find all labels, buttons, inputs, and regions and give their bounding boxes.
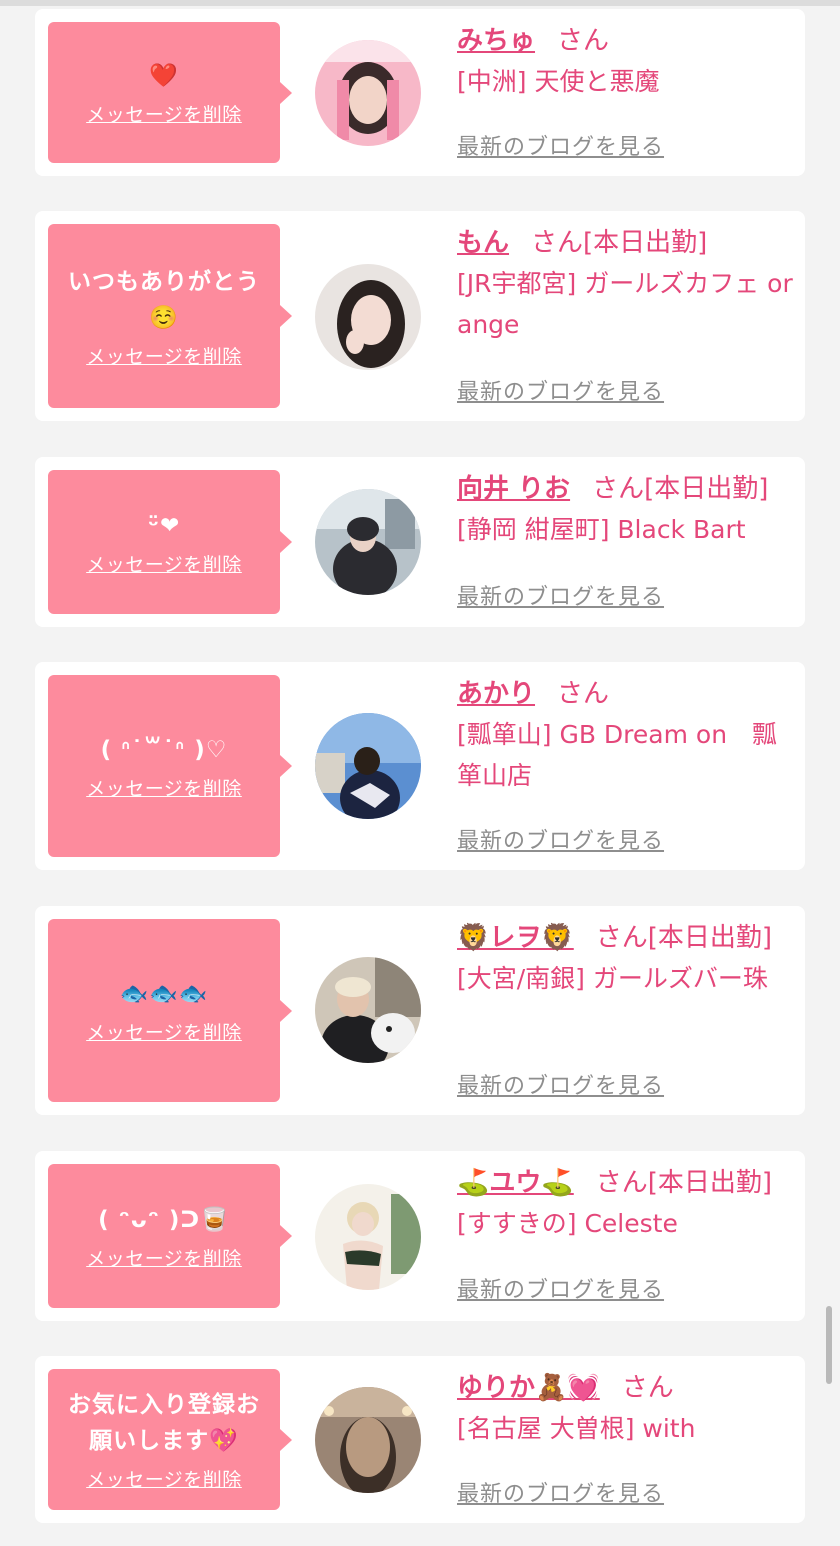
message-bubble: ( ᐢ˙꒳​˙ᐢ )♡ メッセージを削除 [48,675,292,857]
cast-name-link[interactable]: ゆりか🧸💓 [457,1373,600,1403]
cast-card: ᵕ̈❤ メッセージを削除 向井 りお さん[本日出勤] [静岡 紺屋町] Blac… [35,457,805,627]
attendance-status: [本日出勤] [647,923,773,953]
attendance-status: [本日出勤] [644,474,769,504]
message-text: ᵕ̈❤ [147,512,181,539]
cast-info: もん さん[本日出勤] [JR宇都宮] ガールズカフェ orange [457,223,799,345]
honorific: さん [595,1168,648,1198]
shop-name: [大宮/南銀] ガールズバー珠 [457,964,768,993]
latest-blog-link[interactable]: 最新のブログを見る [457,1476,664,1508]
message-text: ( ᵔᴗᵔ )ᑐ🥃 [98,1206,230,1233]
attendance-status: [本日出勤] [647,1168,773,1198]
cast-info: あかり さん [瓢箪山] GB Dream on 瓢箪山店 [457,674,799,796]
avatar[interactable] [315,1184,421,1290]
message-bubble: ᵕ̈❤ メッセージを削除 [48,470,292,614]
avatar[interactable] [315,713,421,819]
message-bubble: ❤️ メッセージを削除 [48,22,292,163]
avatar-image [315,713,421,819]
avatar-image [315,40,421,146]
latest-blog-link[interactable]: 最新のブログを見る [457,129,664,161]
shop-name: [瓢箪山] GB Dream on 瓢箪山店 [457,720,778,790]
cast-card: 🐟🐟🐟 メッセージを削除 🦁レヲ🦁 さん[本日出勤] [大宮/南銀] ガールズバー… [35,906,805,1115]
avatar[interactable] [315,489,421,595]
delete-message-link[interactable]: メッセージを削除 [86,100,242,127]
honorific: さん [595,923,648,953]
message-bubble: ( ᵔᴗᵔ )ᑐ🥃 メッセージを削除 [48,1164,292,1308]
message-text: ( ᐢ˙꒳​˙ᐢ )♡ [100,736,228,763]
shop-name: [中洲] 天使と悪魔 [457,67,660,96]
avatar-image [315,489,421,595]
shop-name: [名古屋 大曽根] with [457,1414,696,1443]
avatar-image [315,264,421,370]
cast-card: いつもありがとう☺️ メッセージを削除 もん さん[本日出勤] [JR宇都宮] ガ… [35,211,805,421]
honorific: さん [557,26,610,56]
cast-card: ❤️ メッセージを削除 みちゅ さん [中洲] 天使と悪魔 最新のブログを見る [35,9,805,176]
avatar[interactable] [315,264,421,370]
avatar-image [315,957,421,1063]
message-bubble: 🐟🐟🐟 メッセージを削除 [48,919,292,1102]
cast-info: ゆりか🧸💓 さん [名古屋 大曽根] with [457,1368,799,1449]
latest-blog-link[interactable]: 最新のブログを見る [457,1068,664,1100]
avatar[interactable] [315,1387,421,1493]
delete-message-link[interactable]: メッセージを削除 [86,774,242,801]
message-text: お気に入り登録お願いします💖 [68,1392,260,1454]
message-text: 🐟🐟🐟 [119,981,209,1007]
shop-name: [静岡 紺屋町] Black Bart [457,515,746,544]
scrollbar[interactable] [826,1306,832,1384]
latest-blog-link[interactable]: 最新のブログを見る [457,823,664,855]
latest-blog-link[interactable]: 最新のブログを見る [457,1272,664,1304]
avatar[interactable] [315,40,421,146]
cast-name-link[interactable]: あかり [457,679,535,709]
honorific: さん [592,474,645,504]
honorific: さん [531,228,584,258]
honorific: さん [621,1373,674,1403]
shop-name: [すすきの] Celeste [457,1209,678,1238]
favorite-cast-list: ❤️ メッセージを削除 みちゅ さん [中洲] 天使と悪魔 最新のブログを見る い… [0,0,840,1546]
cast-info: 向井 りお さん[本日出勤] [静岡 紺屋町] Black Bart [457,469,799,550]
shop-name: [JR宇都宮] ガールズカフェ orange [457,269,793,339]
delete-message-link[interactable]: メッセージを削除 [86,1244,242,1271]
delete-message-link[interactable]: メッセージを削除 [86,342,242,369]
cast-info: 🦁レヲ🦁 さん[本日出勤] [大宮/南銀] ガールズバー珠 [457,918,799,999]
delete-message-link[interactable]: メッセージを削除 [86,550,242,577]
avatar[interactable] [315,957,421,1063]
avatar-image [315,1387,421,1493]
latest-blog-link[interactable]: 最新のブログを見る [457,374,664,406]
message-text: いつもありがとう☺️ [68,268,260,331]
message-bubble: お気に入り登録お願いします💖 メッセージを削除 [48,1369,292,1510]
cast-info: みちゅ さん [中洲] 天使と悪魔 [457,21,799,102]
avatar-image [315,1184,421,1290]
cast-name-link[interactable]: 🦁レヲ🦁 [457,923,574,953]
message-text: ❤️ [149,63,179,89]
cast-card: お気に入り登録お願いします💖 メッセージを削除 ゆりか🧸💓 さん [名古屋 大曽根… [35,1356,805,1523]
cast-info: ⛳️ユウ⛳️ さん[本日出勤] [すすきの] Celeste [457,1163,799,1244]
cast-name-link[interactable]: もん [457,228,509,258]
delete-message-link[interactable]: メッセージを削除 [86,1018,242,1045]
delete-message-link[interactable]: メッセージを削除 [86,1465,242,1492]
latest-blog-link[interactable]: 最新のブログを見る [457,579,664,611]
message-bubble: いつもありがとう☺️ メッセージを削除 [48,224,292,408]
cast-name-link[interactable]: 向井 りお [457,474,570,504]
attendance-status: [本日出勤] [583,228,708,258]
cast-name-link[interactable]: みちゅ [457,26,535,56]
honorific: さん [557,679,610,709]
cast-card: ( ᵔᴗᵔ )ᑐ🥃 メッセージを削除 ⛳️ユウ⛳️ さん[本日出勤] [すすきの]… [35,1151,805,1321]
cast-card: ( ᐢ˙꒳​˙ᐢ )♡ メッセージを削除 あかり さん [瓢箪山] GB Drea… [35,662,805,870]
cast-name-link[interactable]: ⛳️ユウ⛳️ [457,1168,574,1198]
